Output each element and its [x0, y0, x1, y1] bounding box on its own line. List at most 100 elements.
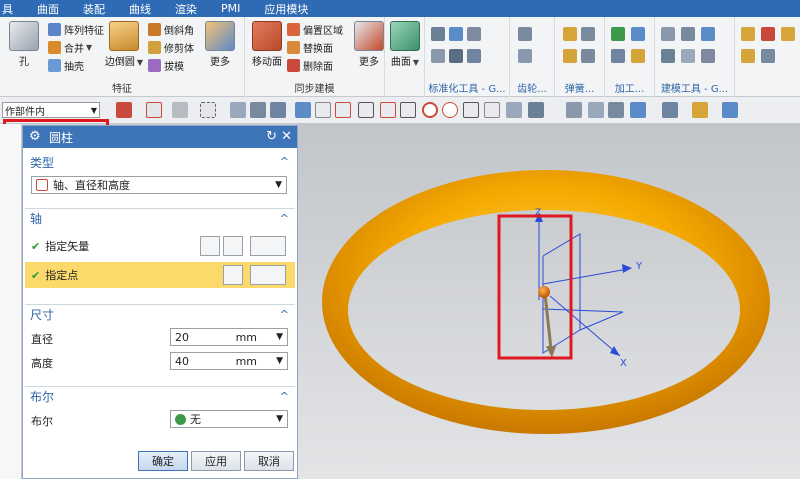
- machining-tool-icon[interactable]: [611, 27, 625, 41]
- vector-type-dropdown[interactable]: [250, 236, 286, 256]
- snap-icon[interactable]: [172, 102, 188, 118]
- render-style-icon[interactable]: [630, 102, 646, 118]
- curve-icon[interactable]: [295, 102, 311, 118]
- menu-item-render[interactable]: 渲染: [163, 1, 209, 17]
- machining-tool-icon[interactable]: [631, 27, 645, 41]
- standard-tools-title[interactable]: 标准化工具 - G...: [425, 80, 509, 95]
- type-section-header[interactable]: 类型 ^: [25, 152, 295, 172]
- spring-tool-icon[interactable]: [563, 27, 577, 41]
- edge-blend-button[interactable]: 边倒圆 ▼: [104, 21, 144, 68]
- circle-point-icon[interactable]: [442, 102, 458, 118]
- collapse-icon[interactable]: ^: [280, 212, 289, 225]
- type-dropdown[interactable]: 轴、直径和高度 ▼: [31, 176, 287, 194]
- tool-icon[interactable]: [467, 27, 481, 41]
- pattern-feature-button[interactable]: 阵列特征: [48, 21, 104, 37]
- replace-face-button[interactable]: 替换面: [287, 39, 333, 55]
- chevron-down-icon[interactable]: ▼: [276, 356, 283, 366]
- gear-tool-icon[interactable]: [518, 49, 532, 63]
- center-point-icon[interactable]: [422, 102, 438, 118]
- gear-icon[interactable]: ⚙: [29, 130, 43, 144]
- machining-title[interactable]: 加工...: [605, 80, 654, 95]
- boolean-dropdown[interactable]: 无 ▼: [170, 410, 288, 428]
- reverse-direction-icon[interactable]: [200, 236, 220, 256]
- chamfer-button[interactable]: 倒斜角: [148, 21, 194, 37]
- snap-face-icon[interactable]: [506, 102, 522, 118]
- view-icon[interactable]: [230, 102, 246, 118]
- menu-item-curve[interactable]: 曲线: [117, 1, 163, 17]
- control-point-icon[interactable]: [400, 102, 416, 118]
- spline-icon[interactable]: [358, 102, 374, 118]
- axis-section-header[interactable]: 轴 ^: [25, 208, 295, 228]
- tool-icon[interactable]: [467, 49, 481, 63]
- modeling-tool-icon[interactable]: [681, 49, 695, 63]
- extra-tool-icon[interactable]: [761, 27, 775, 41]
- menu-item-tools[interactable]: 具: [0, 1, 25, 17]
- diameter-input[interactable]: 20 mm ▼: [170, 328, 288, 346]
- sync-more-button[interactable]: 更多: [349, 21, 389, 68]
- display-icon[interactable]: [722, 102, 738, 118]
- offset-region-button[interactable]: 偏置区域: [287, 21, 343, 37]
- point-type-dropdown[interactable]: [250, 265, 286, 285]
- height-input[interactable]: 40 mm ▼: [170, 352, 288, 370]
- modeling-tool-icon[interactable]: [701, 27, 715, 41]
- modeling-tool-icon[interactable]: [701, 49, 715, 63]
- extra-tool-icon[interactable]: [761, 49, 775, 63]
- modeling-tool-icon[interactable]: [661, 49, 675, 63]
- boolean-section-header[interactable]: 布尔 ^: [25, 386, 295, 406]
- extra-tool-icon[interactable]: [741, 49, 755, 63]
- gear-title[interactable]: 齿轮...: [510, 80, 554, 95]
- close-icon[interactable]: ✕: [281, 129, 292, 144]
- hole-button[interactable]: 孔: [4, 21, 44, 68]
- menu-item-app-modules[interactable]: 应用模块: [252, 1, 320, 17]
- ok-button[interactable]: 确定: [138, 451, 188, 471]
- feature-more-button[interactable]: 更多: [200, 21, 240, 68]
- tool-icon[interactable]: [431, 49, 445, 63]
- modeling-tool-icon[interactable]: [681, 27, 695, 41]
- tool-icon[interactable]: [449, 27, 463, 41]
- line-icon[interactable]: [315, 102, 331, 118]
- body-icon[interactable]: [270, 102, 286, 118]
- modeling-tool-icon[interactable]: [661, 27, 675, 41]
- tool-icon[interactable]: [431, 27, 445, 41]
- reset-icon[interactable]: ↻: [266, 129, 277, 144]
- fit-view-icon[interactable]: [566, 102, 582, 118]
- vector-arrowhead[interactable]: [546, 346, 556, 358]
- filter-icon[interactable]: [116, 102, 132, 118]
- point-icon[interactable]: [380, 102, 396, 118]
- zoom-icon[interactable]: [588, 102, 604, 118]
- box-select-icon[interactable]: [200, 102, 216, 118]
- extra-tool-icon[interactable]: [741, 27, 755, 41]
- slash-icon[interactable]: [484, 102, 500, 118]
- shell-button[interactable]: 抽壳: [48, 57, 84, 73]
- gear-tool-icon[interactable]: [518, 27, 532, 41]
- extra-tool-icon[interactable]: [781, 27, 795, 41]
- collapse-icon[interactable]: ^: [280, 308, 289, 321]
- cancel-button[interactable]: 取消: [244, 451, 294, 471]
- origin-point-handle[interactable]: [538, 286, 550, 298]
- vector-shaft[interactable]: [543, 293, 553, 350]
- specify-point-row[interactable]: ✔ 指定点: [25, 262, 295, 288]
- orient-view-icon[interactable]: [662, 102, 678, 118]
- menu-item-surface[interactable]: 曲面: [25, 1, 71, 17]
- draft-button[interactable]: 拔模: [148, 57, 184, 73]
- collapse-icon[interactable]: ^: [280, 390, 289, 403]
- machining-tool-icon[interactable]: [611, 49, 625, 63]
- edge-icon[interactable]: [335, 102, 351, 118]
- delete-face-button[interactable]: 删除面: [287, 57, 333, 73]
- rotate-icon[interactable]: [608, 102, 624, 118]
- modeling-tools-title[interactable]: 建模工具 - G...: [655, 80, 734, 95]
- spring-tool-icon[interactable]: [581, 49, 595, 63]
- spring-tool-icon[interactable]: [563, 49, 577, 63]
- surface-button[interactable]: 曲面 ▼: [385, 21, 425, 68]
- apply-button[interactable]: 应用: [191, 451, 241, 471]
- vector-constructor-icon[interactable]: [223, 236, 243, 256]
- point-constructor-icon[interactable]: [223, 265, 243, 285]
- selection-scope-dropdown[interactable]: 作部件内 ▼: [2, 102, 100, 118]
- machining-tool-icon[interactable]: [631, 49, 645, 63]
- tool-icon[interactable]: [449, 49, 463, 63]
- shade-icon[interactable]: [692, 102, 708, 118]
- graphics-viewport[interactable]: Z Y X: [298, 124, 800, 479]
- menu-item-assembly[interactable]: 装配: [71, 1, 117, 17]
- face-icon[interactable]: [250, 102, 266, 118]
- dimensions-section-header[interactable]: 尺寸 ^: [25, 304, 295, 324]
